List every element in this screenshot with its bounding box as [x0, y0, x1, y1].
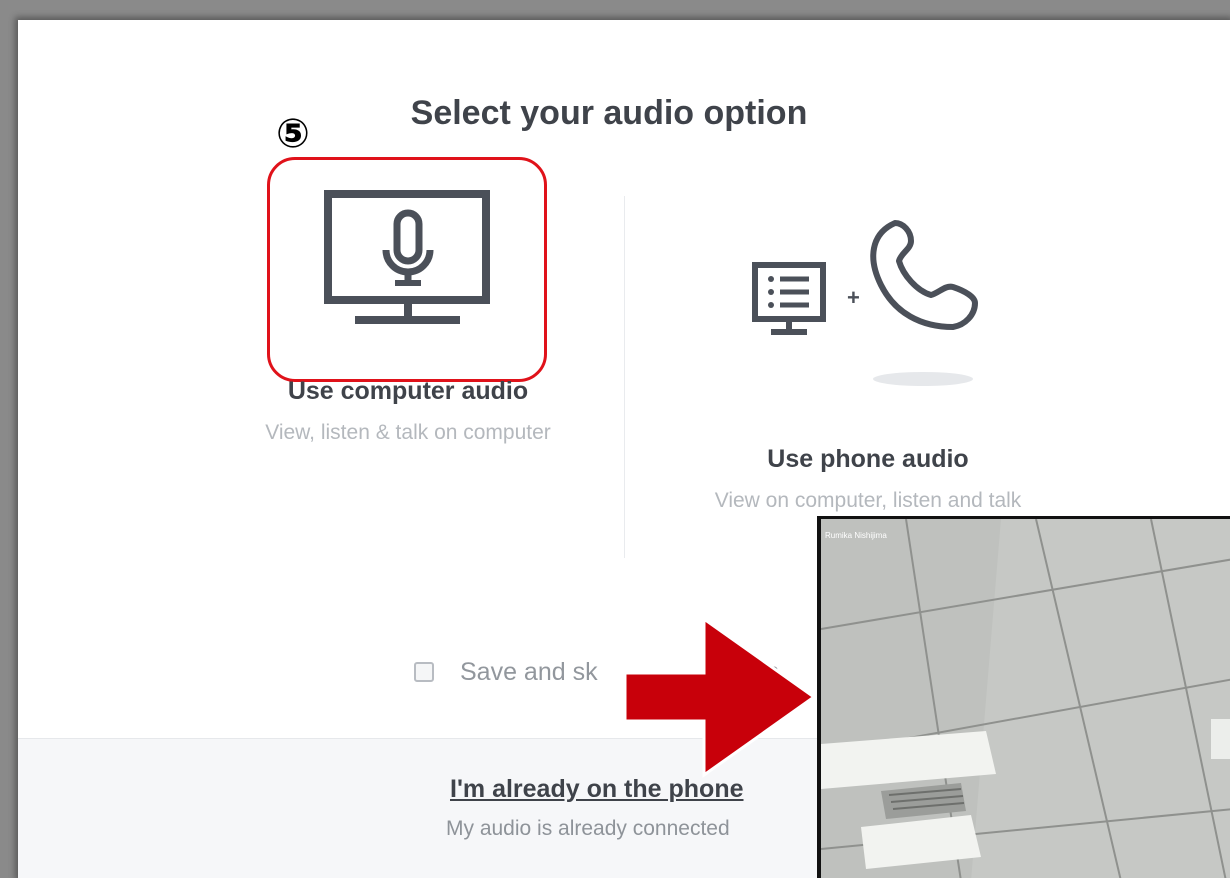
red-arrow-icon — [624, 618, 817, 778]
step-marker: ⑤ — [276, 112, 310, 156]
save-skip-checkbox[interactable] — [414, 662, 434, 682]
monitor-microphone-icon — [324, 190, 490, 324]
phone-audio-label: Use phone audio — [767, 445, 969, 473]
computer-audio-label: Use computer audio — [287, 377, 529, 405]
computer-audio-description: View, listen & talk on computer — [265, 421, 551, 444]
computer-audio-option[interactable]: Use computer audio View, listen & talk o… — [228, 190, 588, 447]
dialog-title: Select your audio option — [410, 94, 808, 132]
already-on-phone-description: My audio is already connected — [446, 817, 730, 840]
phone-audio-description: View on computer, listen and talk — [714, 489, 1022, 512]
svg-text:+: + — [847, 285, 860, 310]
already-on-phone-link[interactable]: I'm already on the phone — [450, 775, 744, 804]
save-skip-label: Save and sk — [460, 657, 598, 686]
video-preview: Rumika Nishijima — [817, 516, 1230, 878]
monitor-plus-phone-icon: + — [752, 220, 978, 386]
phone-audio-option[interactable]: + Use phone audio View on computer, list… — [658, 195, 1078, 515]
ceiling-camera-image — [821, 519, 1230, 878]
participant-name: Rumika Nishijima — [825, 531, 887, 540]
options-divider — [624, 196, 625, 558]
